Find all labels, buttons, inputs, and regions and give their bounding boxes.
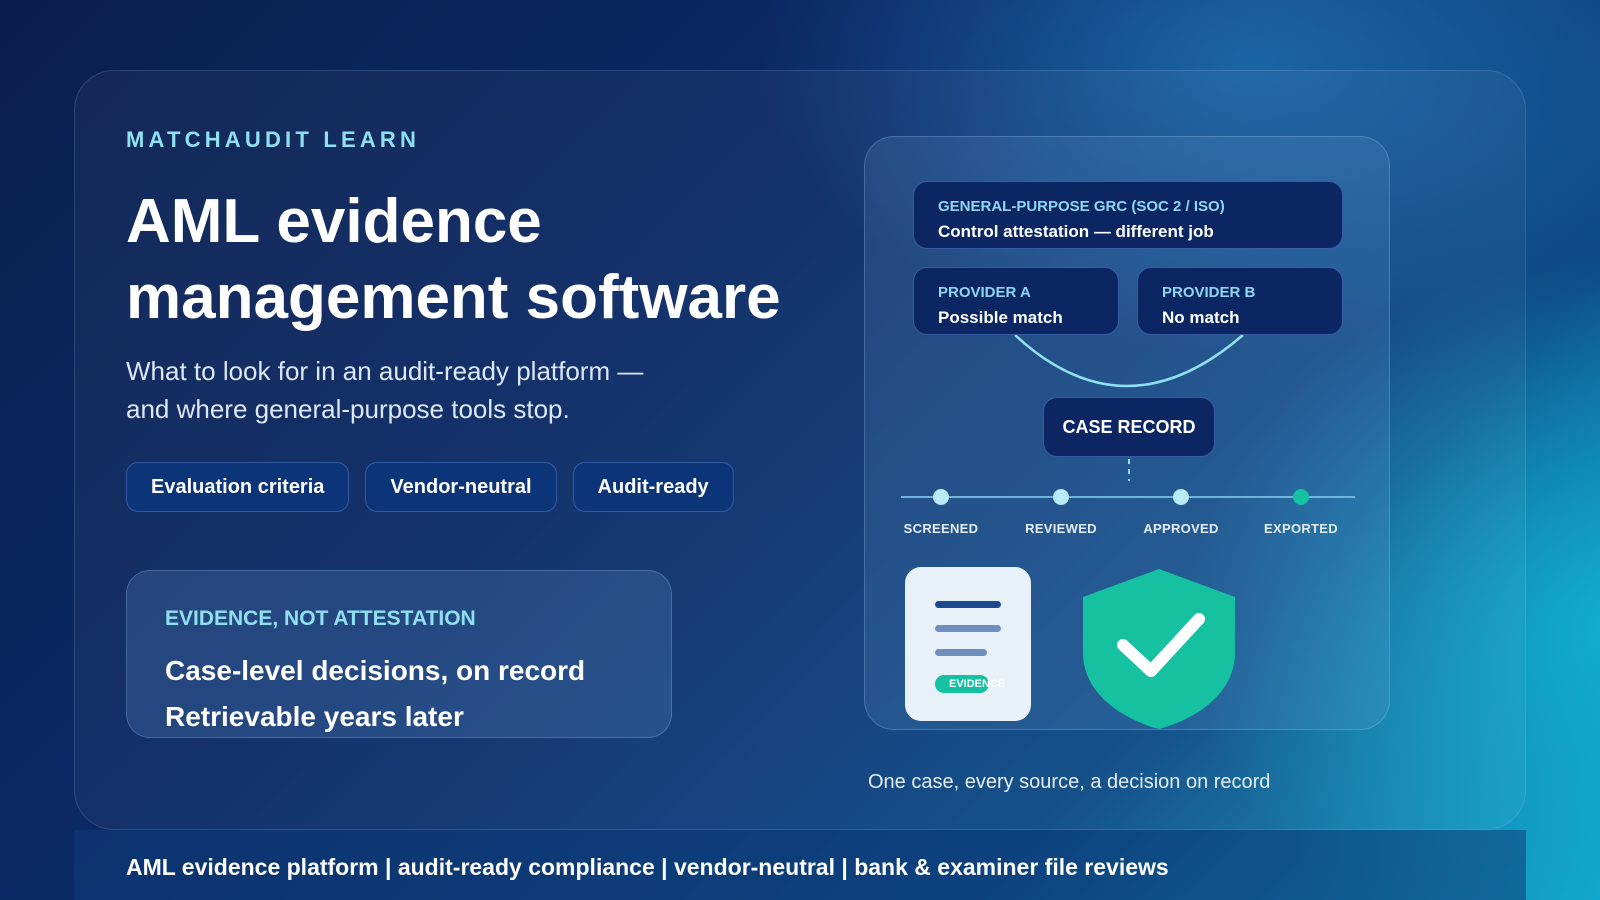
provider-a-box: PROVIDER A Possible match <box>913 267 1119 335</box>
diagram-panel: GENERAL-PURPOSE GRC (SOC 2 / ISO) Contro… <box>864 136 1390 730</box>
stage-label-screened: SCREENED <box>903 521 979 536</box>
stage-dot-exported <box>1293 489 1309 505</box>
evidence-document-icon: EVIDENCE <box>905 567 1031 721</box>
evidence-callout-line-2: Retrievable years later <box>165 701 464 732</box>
stage-dot-reviewed <box>1053 489 1069 505</box>
provider-a-status: Possible match <box>938 308 1063 327</box>
evidence-callout: EVIDENCE, NOT ATTESTATION Case-level dec… <box>126 570 672 738</box>
provider-b-box: PROVIDER B No match <box>1137 267 1343 335</box>
doc-line-2 <box>935 625 1001 632</box>
footer-keywords: AML evidence platform | audit-ready comp… <box>126 854 1169 880</box>
case-record-box: CASE RECORD <box>1043 397 1215 457</box>
pill-audit-ready[interactable]: Audit-ready <box>572 462 734 512</box>
tag-pills: Evaluation criteria Vendor-neutral Audit… <box>126 462 734 512</box>
doc-line-1 <box>935 601 1001 608</box>
grc-subtitle: Control attestation — different job <box>938 222 1214 241</box>
doc-line-3 <box>935 649 987 656</box>
stage-label-reviewed: REVIEWED <box>1025 521 1097 536</box>
provider-merge-curve <box>1014 334 1244 388</box>
brand-eyebrow: MATCHAUDIT LEARN <box>126 127 421 152</box>
provider-b-title: PROVIDER B <box>1162 284 1256 301</box>
pill-evaluation-criteria[interactable]: Evaluation criteria <box>126 462 350 512</box>
grc-title: GENERAL-PURPOSE GRC (SOC 2 / ISO) <box>938 198 1225 215</box>
pill-vendor-neutral[interactable]: Vendor-neutral <box>365 462 557 512</box>
page-subtitle: What to look for in an audit-ready platf… <box>126 356 644 424</box>
provider-a-title: PROVIDER A <box>938 284 1031 301</box>
diagram-caption: One case, every source, a decision on re… <box>868 771 1271 793</box>
grc-box: GENERAL-PURPOSE GRC (SOC 2 / ISO) Contro… <box>913 181 1343 249</box>
evidence-callout-line-1: Case-level decisions, on record <box>165 655 586 686</box>
stage-label-exported: EXPORTED <box>1264 521 1338 536</box>
page-title: AML evidence management software <box>126 187 781 332</box>
stage-dot-screened <box>933 489 949 505</box>
stage-dot-approved <box>1173 489 1189 505</box>
shield-check-icon <box>1083 569 1235 729</box>
evidence-tag: EVIDENCE <box>935 675 1005 693</box>
footer-bar: AML evidence platform | audit-ready comp… <box>74 830 1526 900</box>
evidence-callout-label: EVIDENCE, NOT ATTESTATION <box>165 607 476 630</box>
stage-label-approved: APPROVED <box>1143 521 1219 536</box>
provider-b-status: No match <box>1162 308 1240 327</box>
